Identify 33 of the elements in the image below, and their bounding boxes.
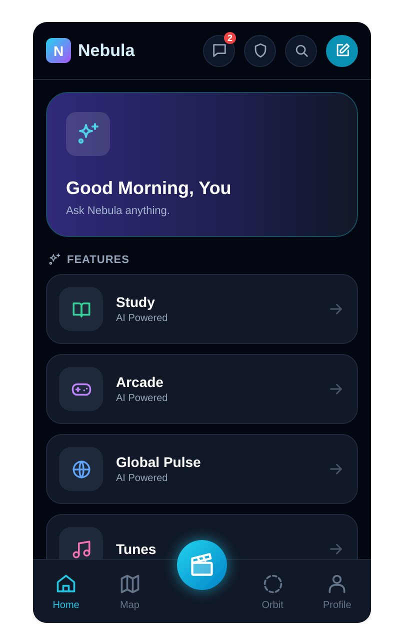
- nav-tab[interactable]: Map: [114, 572, 145, 610]
- nav-tab[interactable]: Profile: [318, 572, 356, 610]
- section-title: FEATURES: [67, 254, 130, 266]
- home-icon: [55, 572, 78, 594]
- shield-button[interactable]: [244, 34, 276, 66]
- person-icon: [326, 572, 348, 594]
- nav-tab[interactable]: Home: [48, 572, 84, 610]
- dashed-circle-icon: [262, 572, 284, 594]
- feature-card[interactable]: Tunes: [46, 514, 358, 560]
- app-title: Nebula: [78, 40, 135, 60]
- search-button[interactable]: [285, 34, 317, 66]
- greeting-title: Good Morning, You: [66, 178, 232, 199]
- feature-card[interactable]: Global Pulse AI Powered: [46, 434, 358, 504]
- feature-card[interactable]: Arcade AI Powered: [46, 354, 358, 424]
- feature-subtitle: AI Powered: [116, 393, 169, 404]
- sparkle-icon: [48, 253, 61, 266]
- chat-icon: [210, 42, 228, 59]
- greeting-subtitle: Ask Nebula anything.: [66, 205, 170, 217]
- clapperboard-icon: [189, 552, 215, 578]
- compose-button[interactable]: [326, 34, 358, 66]
- map-icon: [118, 572, 141, 594]
- feature-title: Tunes: [116, 541, 158, 557]
- feature-subtitle: AI Powered: [116, 313, 169, 324]
- feature-title: Global Pulse: [116, 454, 202, 470]
- feature-title: Study: [116, 294, 156, 310]
- logo: N: [46, 38, 71, 63]
- feature-subtitle: AI Powered: [116, 473, 169, 484]
- messages-button[interactable]: 2: [203, 34, 235, 66]
- sparkle-icon: [76, 122, 100, 146]
- nav-tab[interactable]: Orbit: [258, 572, 288, 610]
- feature-title: Arcade: [116, 374, 164, 390]
- notification-badge: 2: [224, 32, 236, 44]
- feature-card[interactable]: Study AI Powered: [46, 274, 358, 344]
